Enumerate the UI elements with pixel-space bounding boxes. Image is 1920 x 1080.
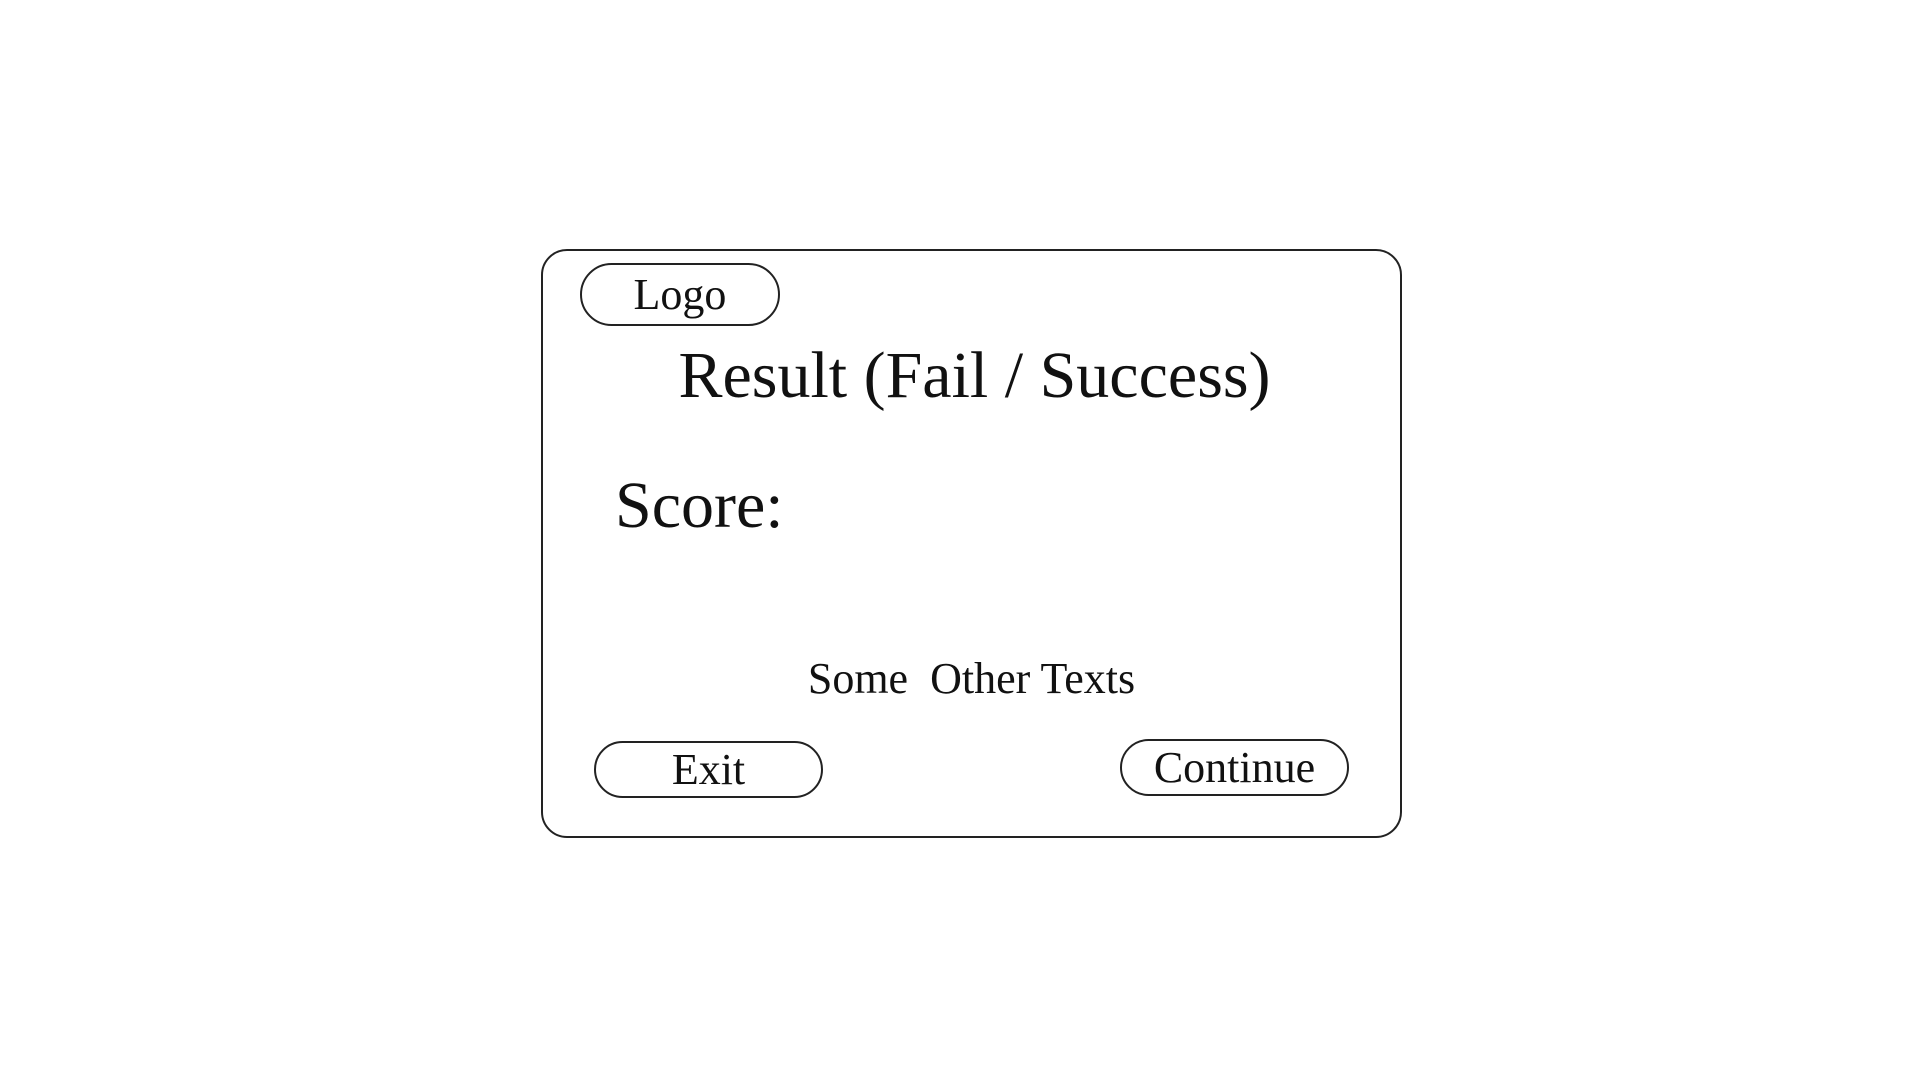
score-label: Score:	[615, 469, 784, 542]
other-texts: Some Other Texts	[807, 654, 1136, 703]
logo: Logo	[580, 263, 780, 326]
exit-button[interactable]: Exit	[594, 741, 823, 798]
continue-button[interactable]: Continue	[1120, 739, 1349, 796]
result-dialog: Logo Result (Fail / Success) Score: Some…	[541, 249, 1402, 838]
result-title: Result (Fail / Success)	[678, 339, 1271, 412]
